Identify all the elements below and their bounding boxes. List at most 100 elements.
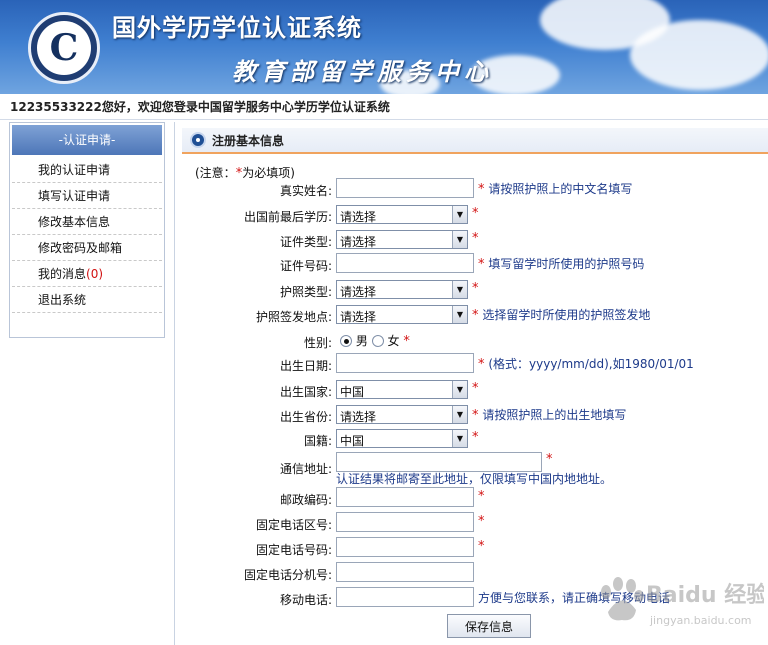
label-address: 通信地址: [279,462,332,476]
paw-icon [601,577,644,621]
row-last-degree: 出国前最后学历: 请选择 ▼ * [182,204,768,228]
row-passport-place: 护照签发地点: 请选择 ▼ * 选择留学时所使用的护照签发地 [182,304,768,328]
required-star: * [472,231,479,246]
label-birth-country: 出生国家: [279,385,332,399]
gender-male-label: 男 [355,334,368,348]
label-last-degree: 出国前最后学历: [243,210,332,224]
sidebar-item-messages[interactable]: 我的消息(0) [12,261,162,287]
hint-birth-province: 请按照护照上的出生地填写 [482,408,627,422]
label-birth-date: 出生日期: [279,359,332,373]
sidebar-heading: -认证申请- [12,125,162,155]
required-star: * [478,182,485,197]
watermark-url: jingyan.baidu.com [649,614,752,627]
required-star: * [478,357,485,372]
label-gender: 性别: [303,336,332,350]
dropdown-arrow-icon: ▼ [452,231,467,248]
id-number-input[interactable] [336,253,474,273]
mobile-input[interactable] [336,587,474,607]
row-gender: 性别: 男 女 * [182,330,768,354]
hint-passport-place: 选择留学时所使用的护照签发地 [482,308,651,322]
label-area-code: 固定电话区号: [255,518,332,532]
id-type-select[interactable]: 请选择 ▼ [336,230,468,249]
required-star: * [478,539,485,554]
required-star: * [472,206,479,221]
required-star: * [472,281,479,296]
postcode-input[interactable] [336,487,474,507]
label-phone: 固定电话号码: [255,543,332,557]
birth-country-select[interactable]: 中国 ▼ [336,380,468,399]
row-nationality: 国籍: 中国 ▼ * [182,428,768,452]
welcome-message: 12235533222您好，欢迎您登录中国留学服务中心学历学位认证系统 [0,94,768,120]
bullet-circle-icon [190,132,206,148]
sidebar-item-new-application[interactable]: 填写认证申请 [12,183,162,209]
save-button[interactable]: 保存信息 [447,614,531,638]
last-degree-select[interactable]: 请选择 ▼ [336,205,468,224]
message-count: (0) [86,267,104,281]
sidebar-item-logout[interactable]: 退出系统 [12,287,162,313]
label-id-type: 证件类型: [279,235,332,249]
section-header: 注册基本信息 [182,128,768,154]
row-birth-date: 出生日期: * (格式：yyyy/mm/dd),如1980/01/01 [182,353,768,377]
column-divider [174,122,175,645]
label-extension: 固定电话分机号: [243,568,332,582]
dropdown-arrow-icon: ▼ [452,381,467,398]
required-star: * [472,381,479,396]
dropdown-arrow-icon: ▼ [452,281,467,298]
row-id-type: 证件类型: 请选择 ▼ * [182,229,768,253]
cloud-decoration [630,20,768,90]
label-postcode: 邮政编码: [279,493,332,507]
phone-input[interactable] [336,537,474,557]
dropdown-arrow-icon: ▼ [452,406,467,423]
hint-id-number: 填写留学时所使用的护照号码 [488,257,645,271]
sidebar-item-my-applications[interactable]: 我的认证申请 [12,157,162,183]
birth-province-select[interactable]: 请选择 ▼ [336,405,468,424]
site-subtitle: 教育部留学服务中心 [232,57,493,86]
hint-real-name: 请按照护照上的中文名填写 [488,182,633,196]
row-real-name: 真实姓名: * 请按照护照上的中文名填写 [182,178,768,202]
dropdown-arrow-icon: ▼ [452,306,467,323]
passport-type-select[interactable]: 请选择 ▼ [336,280,468,299]
dropdown-arrow-icon: ▼ [452,430,467,447]
label-mobile: 移动电话: [279,593,332,607]
gender-male-radio[interactable] [340,335,352,347]
main-panel: 注册基本信息 (注意：*为必填项) 真实姓名: * 请按照护照上的中文名填写 出… [182,128,768,607]
label-passport-place: 护照签发地点: [255,310,332,324]
sidebar-item-password-email[interactable]: 修改密码及邮箱 [12,235,162,261]
dropdown-arrow-icon: ▼ [452,206,467,223]
sidebar-item-edit-info[interactable]: 修改基本信息 [12,209,162,235]
required-star: * [472,408,479,423]
row-address: 通信地址: * 认证结果将邮寄至此地址，仅限填写中国内地地址。 [182,452,768,486]
row-postcode: 邮政编码: * [182,487,768,511]
label-birth-province: 出生省份: [279,410,332,424]
birth-date-input[interactable] [336,353,474,373]
gender-female-radio[interactable] [371,335,384,347]
row-birth-country: 出生国家: 中国 ▼ * [182,379,768,403]
extension-input[interactable] [336,562,474,582]
required-star: * [546,452,553,467]
required-star: * [478,257,485,272]
address-input[interactable] [336,452,542,472]
real-name-input[interactable] [336,178,474,198]
label-passport-type: 护照类型: [279,285,332,299]
baidu-jingyan-watermark: Baidu 经验 jingyan.baidu.com [601,577,764,627]
site-title: 国外学历学位认证系统 [112,14,362,42]
required-star: * [472,430,479,445]
required-star: * [403,334,410,349]
passport-place-select[interactable]: 请选择 ▼ [336,305,468,324]
hint-address: 认证结果将邮寄至此地址，仅限填写中国内地地址。 [336,472,613,486]
row-passport-type: 护照类型: 请选择 ▼ * [182,279,768,303]
label-nationality: 国籍: [303,434,332,448]
label-real-name: 真实姓名: [279,184,332,198]
row-id-number: 证件号码: * 填写留学时所使用的护照号码 [182,253,768,277]
required-star: * [478,514,485,529]
nationality-select[interactable]: 中国 ▼ [336,429,468,448]
area-code-input[interactable] [336,512,474,532]
watermark-text: Baidu 经验 [646,582,764,608]
header-banner: C 国外学历学位认证系统 教育部留学服务中心 [0,0,768,94]
site-logo: C [28,12,100,84]
sidebar: -认证申请- 我的认证申请 填写认证申请 修改基本信息 修改密码及邮箱 我的消息… [9,122,165,338]
row-birth-province: 出生省份: 请选择 ▼ * 请按照护照上的出生地填写 [182,404,768,428]
hint-birth-date: (格式：yyyy/mm/dd),如1980/01/01 [488,357,694,371]
section-title: 注册基本信息 [212,133,285,148]
required-star: * [478,489,485,504]
